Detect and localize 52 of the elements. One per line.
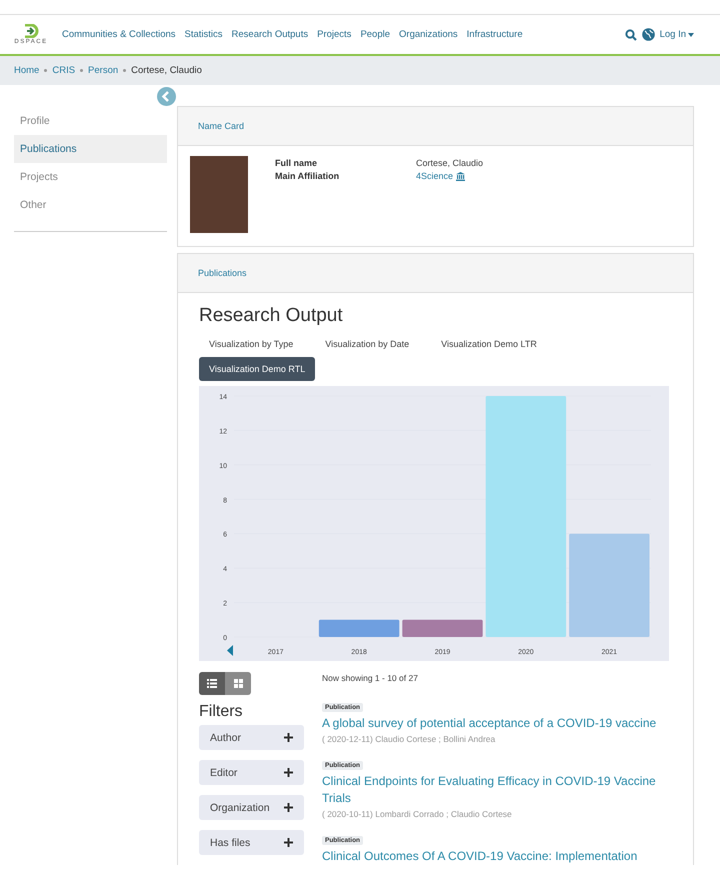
- visualization-tab[interactable]: Visualization by Type: [199, 333, 304, 355]
- results-count: Now showing 1 - 10 of 27: [322, 673, 419, 685]
- filters-heading: Filters: [199, 703, 244, 721]
- nav-link[interactable]: Statistics: [184, 29, 223, 40]
- search-icon[interactable]: [624, 28, 637, 40]
- nav-link[interactable]: Infrastructure: [466, 29, 523, 40]
- visualization-tab[interactable]: Visualization Demo RTL: [199, 357, 316, 381]
- plus-icon: [284, 803, 293, 812]
- login-link[interactable]: Log In: [660, 29, 694, 40]
- grid-view-button[interactable]: [225, 672, 251, 695]
- result-meta: ( 2020-12-11) Claudio Cortese ; Bollini Andrea: [322, 734, 496, 744]
- breadcrumb-link[interactable]: Person: [88, 65, 118, 76]
- filter-button[interactable]: Organization: [199, 795, 304, 820]
- visualization-tab[interactable]: Visualization by Date: [315, 333, 420, 355]
- result-title-link[interactable]: A global survey of potential acceptance of a COVID-19 vaccine: [322, 715, 672, 732]
- visualization-tab[interactable]: Visualization Demo LTR: [431, 333, 547, 355]
- sidebar-item[interactable]: Projects: [14, 163, 167, 191]
- field-label: Full name: [275, 158, 318, 168]
- section-heading: Research Output: [199, 304, 344, 328]
- institution-icon: [456, 172, 466, 180]
- filter-button[interactable]: Has files: [199, 830, 304, 855]
- field-value: Cortese, Claudio: [416, 158, 484, 168]
- plus-icon: [284, 768, 293, 777]
- affiliation-link[interactable]: 4Science: [416, 171, 466, 181]
- sidebar-item[interactable]: Publications: [14, 135, 167, 163]
- breadcrumb-link[interactable]: CRIS: [52, 65, 76, 76]
- list-view-button[interactable]: [199, 672, 225, 695]
- scroll-left-icon[interactable]: [227, 645, 233, 656]
- nav-link[interactable]: Organizations: [399, 29, 458, 40]
- sidebar-item[interactable]: Profile: [14, 107, 167, 135]
- breadcrumb-current: Cortese, Claudio: [131, 65, 202, 76]
- result-meta: ( 2020-10-11) Lombardi Corrado ; Claudio Cortese: [322, 809, 513, 819]
- nav-link[interactable]: Communities & Collections: [62, 29, 176, 40]
- plus-icon: [284, 733, 293, 742]
- breadcrumb-link[interactable]: Home: [14, 65, 40, 76]
- globe-icon[interactable]: [642, 28, 655, 41]
- logo-icon[interactable]: [23, 24, 39, 38]
- plus-icon: [284, 838, 293, 847]
- grid-icon: [234, 679, 242, 688]
- card-title: Name Card: [198, 121, 244, 131]
- field-label: Main Affiliation: [275, 171, 340, 181]
- list-icon: [207, 679, 217, 688]
- result-title-link[interactable]: Clinical Outcomes Of A COVID-19 Vaccine: Implementation: [322, 848, 672, 865]
- nav-link[interactable]: Research Outputs: [232, 29, 308, 40]
- filter-button[interactable]: Author: [199, 725, 304, 750]
- nav-link[interactable]: Projects: [317, 29, 352, 40]
- caret-icon: [688, 32, 694, 36]
- nav-link[interactable]: People: [360, 29, 390, 40]
- card-title: Publications: [198, 268, 247, 278]
- sidebar-item[interactable]: Other: [14, 191, 167, 219]
- filter-button[interactable]: Editor: [199, 760, 304, 785]
- result-title-link[interactable]: Clinical Endpoints for Evaluating Efficacy in COVID-19 Vaccine Trials: [322, 773, 672, 807]
